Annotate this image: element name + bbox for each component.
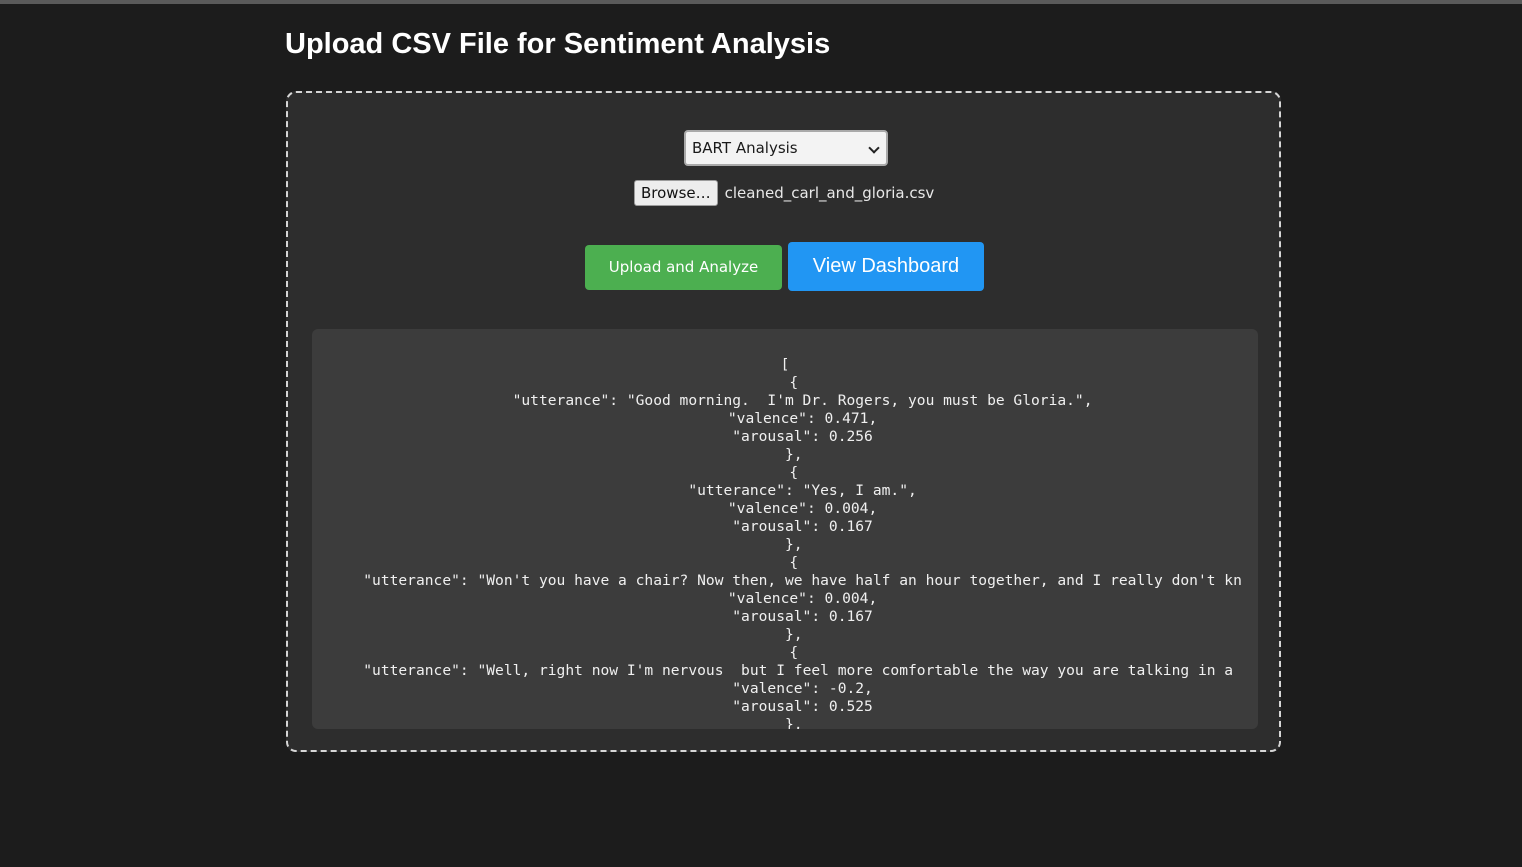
results-json-text: [ { "utterance": "Good morning. I'm Dr. … xyxy=(363,356,1242,729)
browse-button[interactable]: Browse… xyxy=(634,180,718,206)
upload-and-analyze-button[interactable]: Upload and Analyze xyxy=(585,245,782,290)
selected-file-name: cleaned_carl_and_gloria.csv xyxy=(724,184,935,202)
browser-top-border xyxy=(0,0,1522,4)
analysis-model-select[interactable]: BART Analysis xyxy=(684,130,888,166)
chevron-down-icon xyxy=(868,142,880,154)
view-dashboard-button[interactable]: View Dashboard xyxy=(788,242,984,291)
analysis-results-output[interactable]: [ { "utterance": "Good morning. I'm Dr. … xyxy=(312,329,1258,729)
file-input: Browse… cleaned_carl_and_gloria.csv xyxy=(634,179,934,207)
upload-panel: BART Analysis Browse… cleaned_carl_and_g… xyxy=(286,91,1281,752)
page-title: Upload CSV File for Sentiment Analysis xyxy=(285,28,831,60)
analysis-model-select-value: BART Analysis xyxy=(692,139,798,157)
